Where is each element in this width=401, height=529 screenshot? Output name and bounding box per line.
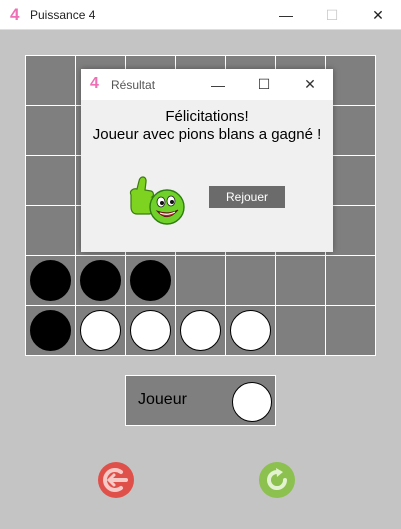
restart-button[interactable] [257, 460, 297, 500]
board-cell[interactable] [326, 106, 375, 155]
board-cell[interactable] [126, 306, 175, 355]
board-cell[interactable] [276, 306, 325, 355]
black-pawn [30, 260, 71, 301]
board-cell[interactable] [326, 256, 375, 305]
white-pawn [130, 310, 171, 351]
black-pawn [30, 310, 71, 351]
dialog-logo-icon: 4 [90, 75, 99, 92]
board-cell[interactable] [326, 206, 375, 255]
board-cell[interactable] [126, 256, 175, 305]
white-pawn [230, 310, 271, 351]
close-button[interactable]: ✕ [355, 0, 401, 30]
board-cell[interactable] [326, 56, 375, 105]
thumbs-up-smiley-icon [129, 176, 185, 225]
dialog-close-button[interactable]: ✕ [287, 69, 333, 100]
board-cell[interactable] [26, 106, 75, 155]
congratulations-text: Félicitations! [165, 108, 249, 125]
title-bar: 4 Puissance 4 — ☐ ✕ [0, 0, 401, 30]
board-cell[interactable] [276, 256, 325, 305]
minimize-button[interactable]: — [263, 0, 309, 30]
white-pawn [180, 310, 221, 351]
board-cell[interactable] [226, 306, 275, 355]
result-dialog: 4 Résultat — ☐ ✕ Félicitations! Joueur a… [81, 69, 333, 252]
dialog-minimize-button[interactable]: — [195, 69, 241, 100]
winner-message: Joueur avec pions blans a gagné ! [92, 126, 322, 143]
exit-button[interactable] [96, 460, 136, 500]
board-cell[interactable] [26, 56, 75, 105]
dialog-title-bar: 4 Résultat — ☐ ✕ [81, 69, 333, 100]
dialog-title: Résultat [111, 78, 156, 92]
board-cell[interactable] [26, 306, 75, 355]
board-cell[interactable] [26, 206, 75, 255]
player-label: Joueur [138, 391, 187, 408]
board-cell[interactable] [326, 156, 375, 205]
board-cell[interactable] [326, 306, 375, 355]
current-player-pawn [232, 382, 272, 422]
board-cell[interactable] [26, 256, 75, 305]
board-cell[interactable] [226, 256, 275, 305]
black-pawn [130, 260, 171, 301]
board-cell[interactable] [176, 306, 225, 355]
replay-button[interactable]: Rejouer [209, 186, 285, 208]
white-pawn [80, 310, 121, 351]
current-player-panel: Joueur [125, 375, 276, 426]
window-title: Puissance 4 [30, 8, 96, 22]
board-cell[interactable] [76, 256, 125, 305]
board-cell[interactable] [76, 306, 125, 355]
dialog-maximize-button[interactable]: ☐ [241, 69, 287, 100]
app-logo-icon: 4 [10, 5, 20, 24]
maximize-button[interactable]: ☐ [309, 0, 355, 30]
board-cell[interactable] [26, 156, 75, 205]
board-cell[interactable] [176, 256, 225, 305]
black-pawn [80, 260, 121, 301]
